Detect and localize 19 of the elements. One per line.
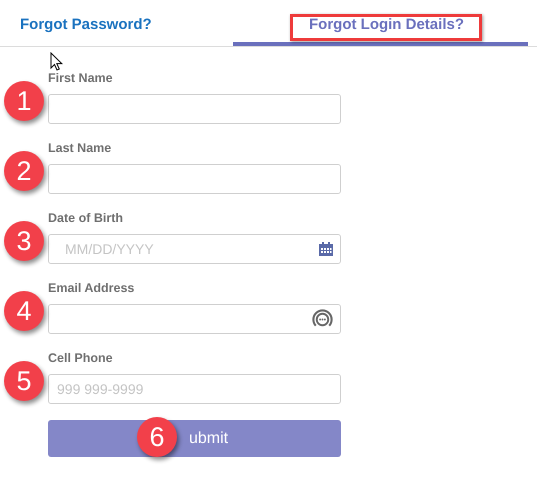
input-field[interactable] <box>48 94 341 124</box>
input-field[interactable] <box>48 304 341 334</box>
step-badge: 1 <box>4 81 44 121</box>
field-label: Date of Birth <box>48 210 124 227</box>
tab[interactable]: Forgot Login Details? <box>233 0 528 46</box>
field-label: Last Name <box>48 140 112 157</box>
tab[interactable]: Forgot Password? <box>0 0 233 46</box>
calendar-icon[interactable] <box>318 241 334 257</box>
step-badge: 2 <box>4 151 44 191</box>
field-label: First Name <box>48 70 114 87</box>
step-badge: 3 <box>4 221 44 261</box>
input-field[interactable]: 999 999-9999 <box>48 374 341 404</box>
field-label: Cell Phone <box>48 350 114 367</box>
cursor-icon <box>50 52 63 71</box>
input-field[interactable] <box>48 164 341 194</box>
step-badge: 4 <box>4 291 44 331</box>
input-field[interactable]: MM/DD/YYYY <box>48 234 341 264</box>
field-label: Email Address <box>48 280 136 297</box>
step-badge: 5 <box>4 361 44 401</box>
